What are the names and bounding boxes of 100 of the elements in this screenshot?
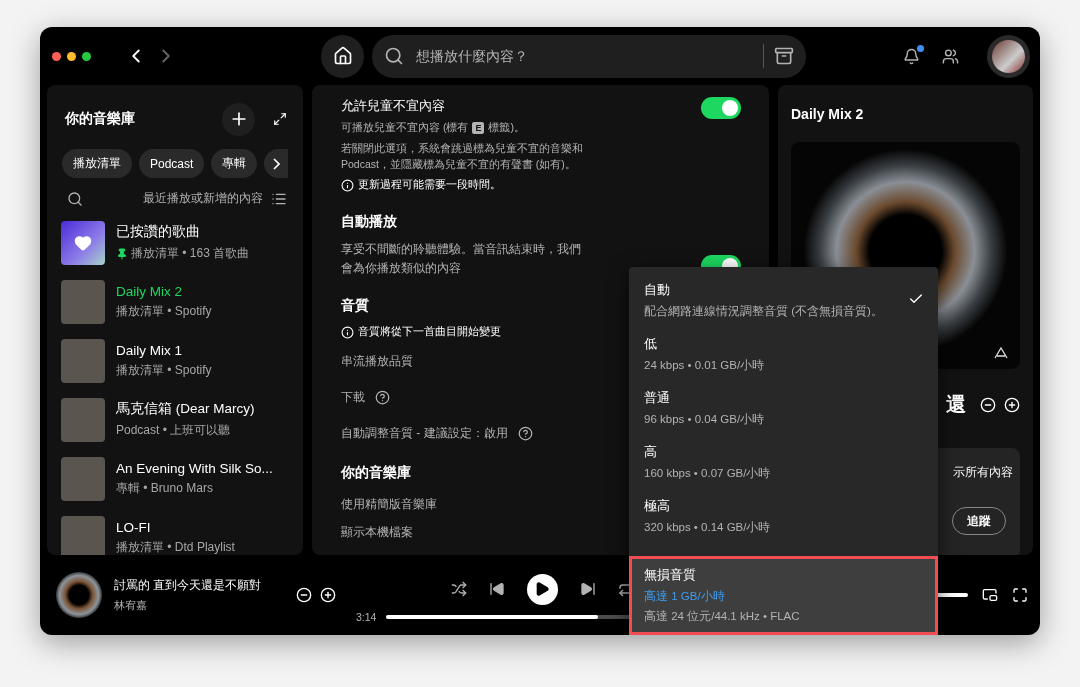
shuffle-button[interactable]: [450, 581, 467, 597]
option-detail: 配合網路連線情況調整音質 (不含無損音質)。: [644, 304, 884, 319]
explicit-badge: E: [472, 121, 485, 134]
setting-label: 自動調整音質 - 建議設定：啟用: [341, 425, 508, 443]
search-button[interactable]: [67, 190, 83, 207]
item-subtitle: 播放清單 • Dtd Playlist: [116, 538, 235, 555]
avatar[interactable]: [987, 34, 1030, 78]
tray-icon: [774, 46, 794, 66]
cover-photo-placeholder: [61, 397, 105, 442]
menu-option[interactable]: 極高 320 kbps • 0.14 GB/小時: [629, 491, 938, 545]
section-heading: 自動播放: [341, 213, 397, 231]
cover-photo-placeholder: [61, 338, 105, 383]
previous-button[interactable]: [488, 581, 505, 597]
help-icon[interactable]: [375, 390, 390, 406]
expand-button[interactable]: [273, 112, 287, 126]
library-item[interactable]: LO-FI 播放清單 • Dtd Playlist: [47, 508, 303, 555]
menu-option[interactable]: 無損音質 高達 1 GB/小時 高達 24 位元/44.1 kHz • FLAC: [629, 556, 938, 635]
search-icon: [67, 190, 83, 207]
bell-icon: [903, 47, 920, 65]
info-text: 更新過程可能需要一段時間。: [358, 177, 501, 193]
play-icon: [534, 581, 550, 597]
menu-option[interactable]: 普通 96 kbps • 0.04 GB/小時: [629, 383, 938, 437]
plus-circle-icon: [320, 587, 336, 603]
panel-title: Daily Mix 2: [790, 105, 865, 124]
zoom-window-dot[interactable]: [82, 51, 91, 61]
help-icon[interactable]: [517, 426, 533, 442]
library-item[interactable]: 已按讚的歌曲 播放清單 • 163 首歌曲: [47, 213, 303, 272]
item-title: Daily Mix 1: [116, 342, 183, 358]
setting-note: 標籤)。: [488, 120, 525, 135]
card-text: 示所有內容: [953, 464, 1013, 481]
remove-button[interactable]: [980, 396, 996, 413]
option-accent: 高達 1 GB/小時: [644, 589, 726, 604]
library-item[interactable]: An Evening With Silk So... 專輯 • Bruno Mars: [47, 449, 303, 508]
next-icon: [579, 581, 596, 597]
fullscreen-button[interactable]: [1012, 587, 1028, 603]
item-subtitle: Podcast • 上班可以聽: [116, 422, 231, 439]
option-title: 低: [644, 335, 658, 353]
section-heading: 你的音樂庫: [341, 463, 411, 482]
library-title: 你的音樂庫: [65, 110, 136, 128]
option-detail: 96 kbps • 0.04 GB/小時: [644, 412, 766, 427]
play-button[interactable]: [526, 573, 558, 605]
close-window-dot[interactable]: [52, 51, 61, 61]
option-detail: 24 kbps • 0.01 GB/小時: [644, 358, 766, 373]
setting-description: 若關閉此選項，系統會跳過標為兒童不宜的音樂和 Podcast，並隱藏標為兒童不宜的有聲書 (如有)。: [341, 140, 584, 172]
filter-chip[interactable]: 播放清單: [62, 149, 132, 178]
home-button[interactable]: [321, 34, 364, 78]
people-icon: [942, 47, 959, 65]
library-item[interactable]: Daily Mix 2 播放清單 • Spotify: [47, 272, 303, 331]
add-button[interactable]: [320, 587, 336, 603]
library-item[interactable]: 馬克信箱 (Dear Marcy) Podcast • 上班可以聽: [47, 390, 303, 449]
setting-label: 顯示本機檔案: [341, 524, 413, 542]
option-title: 無損音質: [644, 566, 697, 584]
filter-chip[interactable]: Podcast: [139, 149, 205, 178]
setting-title: 允許兒童不宜內容: [341, 97, 445, 115]
library-item[interactable]: Daily Mix 1 播放清單 • Spotify: [47, 331, 303, 390]
section-heading: 音質: [341, 297, 369, 316]
home-icon: [332, 46, 353, 66]
setting-note: 可播放兒童不宜內容 (標有: [341, 120, 469, 135]
cover-photo-placeholder: [61, 456, 105, 501]
item-title: LO-FI: [116, 519, 152, 535]
info-icon: [341, 325, 354, 339]
menu-option[interactable]: 自動 配合網路連線情況調整音質 (不含無損音質)。: [629, 275, 938, 329]
plus-circle-icon: [1004, 396, 1020, 413]
pin-icon: [116, 247, 128, 260]
scroll-right-button[interactable]: [264, 149, 289, 178]
option-title: 自動: [644, 281, 671, 299]
search-field[interactable]: 想播放什麼內容？: [372, 34, 806, 78]
info-text: 音質將從下一首曲目開始變更: [358, 324, 501, 340]
option-title: 極高: [644, 497, 671, 515]
cover-photo-placeholder: [61, 515, 105, 555]
fullscreen-icon: [1012, 587, 1028, 603]
setting-label: 串流播放品質: [341, 353, 413, 371]
search-input[interactable]: 想播放什麼內容？: [414, 47, 753, 65]
filter-chip[interactable]: 專輯: [211, 149, 258, 178]
menu-option[interactable]: 高 160 kbps • 0.07 GB/小時: [629, 437, 938, 491]
option-detail: 320 kbps • 0.14 GB/小時: [644, 520, 772, 535]
option-title: 普通: [644, 389, 671, 407]
add-button[interactable]: [1004, 396, 1020, 413]
minus-circle-icon: [296, 587, 312, 603]
next-button[interactable]: [579, 581, 596, 597]
minimize-window-dot[interactable]: [67, 51, 76, 61]
explicit-toggle[interactable]: [701, 97, 741, 119]
friends-button[interactable]: [942, 47, 959, 65]
remove-button[interactable]: [296, 587, 312, 603]
search-icon: [384, 46, 404, 66]
item-title: 已按讚的歌曲: [116, 223, 201, 241]
browse-button[interactable]: [774, 46, 794, 66]
option-detail: 160 kbps • 0.07 GB/小時: [644, 466, 772, 481]
artist-name: 林宥嘉: [114, 598, 148, 613]
setting-label: 下載: [341, 389, 365, 407]
menu-option[interactable]: 低 24 kbps • 0.01 GB/小時: [629, 329, 938, 383]
sort-label[interactable]: 最近播放或新增的內容: [91, 190, 263, 207]
minus-circle-icon: [980, 396, 996, 413]
shuffle-icon: [450, 581, 467, 597]
previous-icon: [488, 581, 505, 597]
chevron-right-icon: [272, 157, 280, 170]
mini-player-button[interactable]: [982, 587, 998, 603]
add-button[interactable]: [222, 102, 255, 136]
item-title: 馬克信箱 (Dear Marcy): [116, 400, 255, 418]
item-title: Daily Mix 2: [116, 283, 183, 299]
